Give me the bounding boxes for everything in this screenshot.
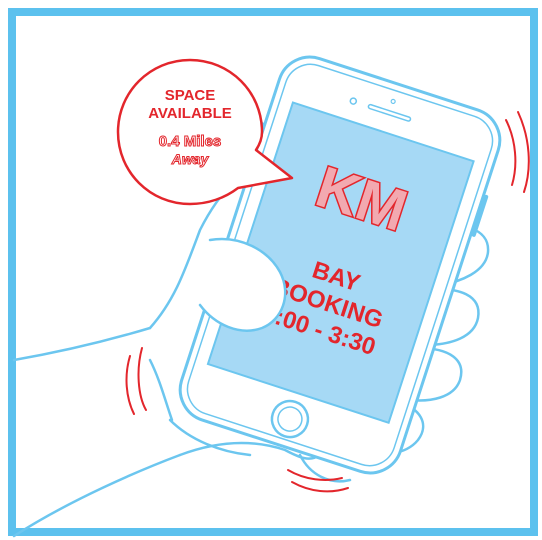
- bubble-distance-line2: Away: [171, 151, 210, 167]
- sensor-dot: [390, 98, 396, 105]
- bubble-title-line2: AVAILABLE: [148, 105, 232, 122]
- bubble-distance-line1: 0.4 Miles: [159, 133, 222, 150]
- bubble-title-line1: SPACE: [165, 87, 216, 104]
- illustration: KM BAY BOOKING 3:00 - 3:30 SPACE AVAILAB…: [8, 8, 538, 538]
- camera-icon: [349, 97, 358, 105]
